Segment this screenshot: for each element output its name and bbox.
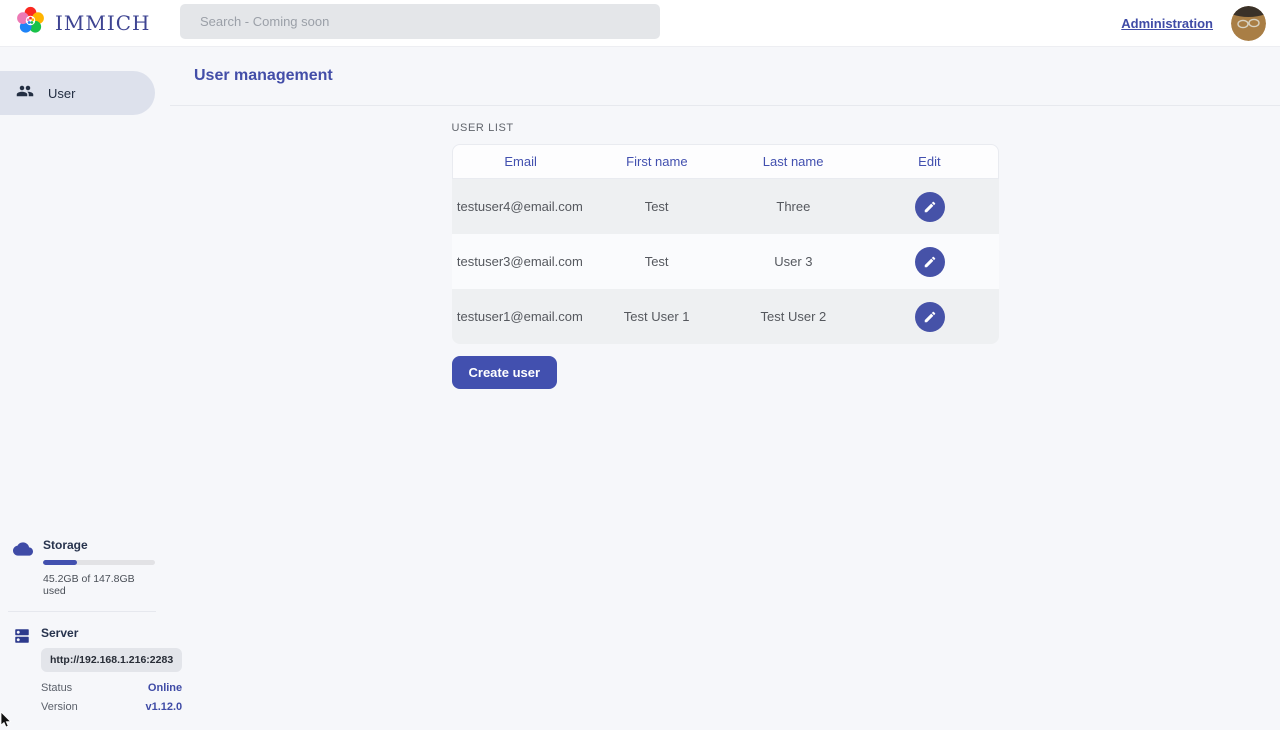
edit-user-button[interactable] [915,302,945,332]
server-status-value: Online [148,682,182,694]
server-icon [13,627,31,650]
sidebar-status-panel: Storage 45.2GB of 147.8GB used Server [0,538,170,720]
cell-email: testuser3@email.com [452,234,589,289]
users-icon [16,82,34,105]
immich-flower-icon [14,4,47,42]
column-header-edit: Edit [861,145,997,178]
table-row: testuser1@email.comTest User 1Test User … [452,289,999,344]
user-avatar[interactable] [1231,6,1266,41]
pencil-icon [923,200,937,214]
sidebar-item-user[interactable]: User [0,71,155,115]
table-row: testuser3@email.comTestUser 3 [452,234,999,289]
storage-progress-bar [43,560,155,565]
cell-first-name: Test [588,234,725,289]
page-header: User management [170,47,1280,106]
server-version-value: v1.12.0 [145,701,182,713]
administration-link[interactable]: Administration [1121,16,1213,31]
cell-first-name: Test User 1 [588,289,725,344]
storage-progress-fill [43,560,77,565]
app-logo[interactable]: IMMICH [0,4,166,42]
server-title: Server [41,626,182,640]
table-row: testuser4@email.comTestThree [452,179,999,234]
edit-user-button[interactable] [915,247,945,277]
pencil-icon [923,310,937,324]
pencil-icon [923,255,937,269]
main-area: User management USER LIST Email First na… [170,47,1280,730]
create-user-button[interactable]: Create user [452,356,558,389]
column-header-email: Email [453,145,589,178]
server-version-label: Version [41,701,78,713]
server-section: Server http://192.168.1.216:2283 Status … [0,626,170,720]
cloud-icon [13,539,33,564]
top-bar: IMMICH Administration [0,0,1280,47]
cell-edit [862,234,999,289]
cell-last-name: User 3 [725,234,862,289]
cell-edit [862,179,999,234]
search-input[interactable] [180,4,660,39]
cell-email: testuser4@email.com [452,179,589,234]
edit-user-button[interactable] [915,192,945,222]
user-list-label: USER LIST [452,122,999,134]
cell-email: testuser1@email.com [452,289,589,344]
cell-last-name: Test User 2 [725,289,862,344]
storage-title: Storage [43,538,155,552]
page-title: User management [194,67,333,85]
storage-usage-text: 45.2GB of 147.8GB used [43,573,155,597]
cell-first-name: Test [588,179,725,234]
column-header-last-name: Last name [725,145,861,178]
user-table-body: testuser4@email.comTestThreetestuser3@em… [452,179,999,344]
cell-last-name: Three [725,179,862,234]
column-header-first-name: First name [589,145,725,178]
app-name: IMMICH [55,11,151,35]
table-header-row: Email First name Last name Edit [452,144,999,179]
server-status-label: Status [41,682,72,694]
sidebar-item-user-label: User [48,86,75,101]
cell-edit [862,289,999,344]
server-url-chip: http://192.168.1.216:2283 [41,648,182,672]
sidebar-divider [8,611,156,612]
storage-section: Storage 45.2GB of 147.8GB used [0,538,170,597]
user-list-section: USER LIST Email First name Last name Edi… [452,122,999,389]
sidebar: User Storage 45.2GB of 147.8GB used [0,47,170,730]
